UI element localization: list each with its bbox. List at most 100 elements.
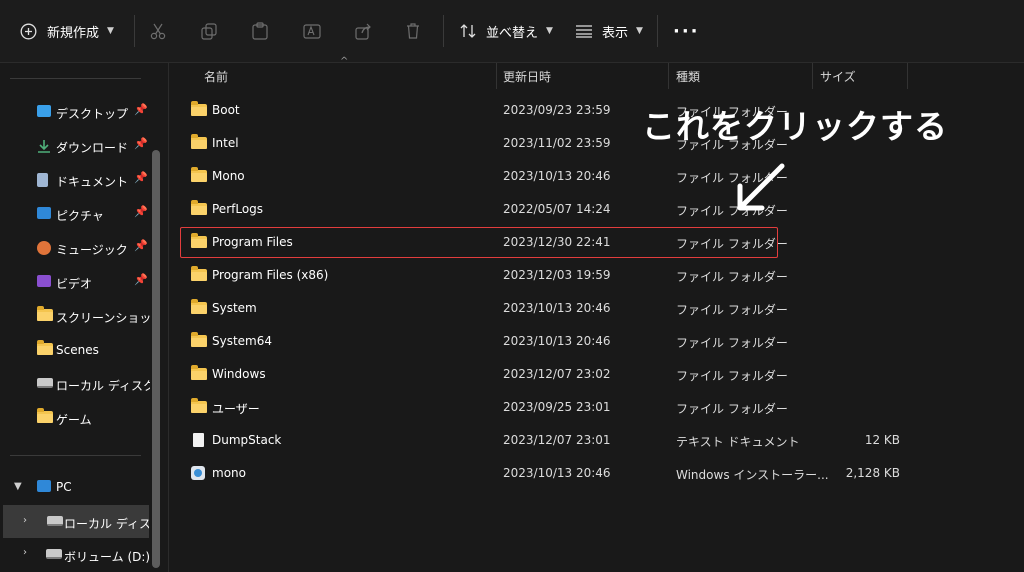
- column-header-size[interactable]: サイズ: [820, 63, 856, 89]
- sidebar-item-volume-d[interactable]: › ボリューム (D:): [0, 540, 150, 570]
- sidebar-item-music[interactable]: ミュージック 📌: [0, 233, 150, 263]
- copy-button[interactable]: [201, 0, 217, 62]
- sidebar-item-label: ピクチャ: [56, 209, 104, 223]
- folder-icon: [191, 332, 207, 350]
- share-button[interactable]: [355, 0, 372, 62]
- file-date: 2023/09/23 23:59: [503, 103, 611, 117]
- file-date: 2023/12/07 23:01: [503, 433, 611, 447]
- chevron-right-icon: ›: [23, 515, 27, 526]
- file-type: Windows インストーラー...: [676, 468, 829, 482]
- copy-icon: [201, 22, 217, 40]
- download-icon: [37, 139, 51, 153]
- file-name: System64: [212, 334, 273, 348]
- sidebar-item-label: ゲーム: [56, 413, 92, 427]
- rename-button[interactable]: [303, 0, 321, 62]
- sort-ascending-icon: ^: [340, 56, 349, 67]
- file-date: 2023/10/13 20:46: [503, 466, 611, 480]
- delete-icon: [407, 23, 419, 39]
- file-row-mono-installer[interactable]: mono 2023/10/13 20:46 Windows インストーラー...…: [170, 457, 930, 490]
- sidebar-item-label: ローカル ディスク (C: [56, 379, 150, 393]
- delete-button[interactable]: [405, 0, 421, 62]
- cut-button[interactable]: [150, 0, 166, 62]
- folder-icon: [191, 200, 207, 218]
- highlight-box: [180, 227, 778, 258]
- arrow-icon: [737, 163, 785, 211]
- pin-icon: 📌: [134, 103, 148, 116]
- sidebar-item-label: ビデオ: [56, 277, 93, 291]
- file-type: ファイル フォルダー: [676, 402, 788, 416]
- sidebar-item-scenes[interactable]: Scenes: [0, 335, 150, 365]
- file-date: 2023/12/07 23:02: [503, 367, 611, 381]
- sidebar-item-games[interactable]: ゲーム: [0, 403, 150, 433]
- folder-icon: [191, 167, 207, 185]
- file-name: mono: [212, 466, 246, 480]
- pin-icon: 📌: [134, 171, 148, 184]
- sidebar-item-local-disk[interactable]: › ローカル ディスク (: [3, 505, 149, 538]
- column-header-name[interactable]: 名前: [204, 63, 228, 89]
- pc-icon: [37, 480, 51, 494]
- plus-circle-icon: [20, 23, 37, 39]
- chevron-down-icon: ▼: [14, 481, 22, 492]
- pin-icon: 📌: [134, 239, 148, 252]
- new-button-label: 新規作成: [47, 25, 100, 41]
- column-header-date[interactable]: 更新日時: [503, 63, 551, 89]
- music-icon: [37, 241, 51, 255]
- sidebar-scrollbar[interactable]: [152, 150, 160, 568]
- toolbar-divider: [134, 15, 135, 47]
- file-row-dumpstack[interactable]: DumpStack 2023/12/07 23:01 テキスト ドキュメント 1…: [170, 424, 930, 457]
- file-row-system64[interactable]: System64 2023/10/13 20:46 ファイル フォルダー: [170, 325, 930, 358]
- file-name: Mono: [212, 169, 245, 183]
- file-name: Intel: [212, 136, 239, 150]
- sidebar-item-label: Scenes: [56, 343, 99, 357]
- sidebar-item-videos[interactable]: ビデオ 📌: [0, 267, 150, 297]
- column-divider[interactable]: [496, 63, 497, 89]
- column-divider[interactable]: [668, 63, 669, 89]
- file-date: 2023/10/13 20:46: [503, 169, 611, 183]
- file-row-system[interactable]: System 2023/10/13 20:46 ファイル フォルダー: [170, 292, 930, 325]
- sidebar-item-pc[interactable]: ▼ PC: [0, 472, 150, 502]
- pin-icon: 📌: [134, 273, 148, 286]
- sidebar-item-documents[interactable]: ドキュメント 📌: [0, 165, 150, 195]
- file-type: ファイル フォルダー: [676, 303, 788, 317]
- installer-icon: [191, 466, 205, 483]
- sidebar-item-label: デスクトップ: [56, 107, 129, 121]
- file-size: 2,128 KB: [845, 466, 900, 480]
- folder-icon: [37, 408, 53, 425]
- file-row-users[interactable]: ユーザー 2023/09/25 23:01 ファイル フォルダー: [170, 391, 930, 424]
- column-divider[interactable]: [812, 63, 813, 89]
- command-bar: 新規作成 ▼ 並べ替え ▼ 表示 ▼ ···: [0, 0, 1024, 63]
- file-name: PerfLogs: [212, 202, 264, 216]
- file-name: Program Files (x86): [212, 268, 329, 282]
- file-name: Boot: [212, 103, 240, 117]
- sidebar-item-pictures[interactable]: ピクチャ 📌: [0, 199, 150, 229]
- file-size: 12 KB: [864, 433, 900, 447]
- file-date: 2023/09/25 23:01: [503, 400, 611, 414]
- sidebar-item-screenshots[interactable]: スクリーンショット: [0, 301, 150, 331]
- file-type: ファイル フォルダー: [676, 270, 788, 284]
- sort-button[interactable]: 並べ替え ▼: [459, 0, 553, 62]
- column-header-type[interactable]: 種類: [676, 63, 700, 89]
- sidebar-item-local-disk-c[interactable]: ローカル ディスク (C: [0, 369, 150, 399]
- file-row-perflogs[interactable]: PerfLogs 2022/05/07 14:24 ファイル フォルダー: [170, 193, 930, 226]
- sidebar-item-downloads[interactable]: ダウンロード 📌: [0, 131, 150, 161]
- file-row-program-files-x86[interactable]: Program Files (x86) 2023/12/03 19:59 ファイ…: [170, 259, 930, 292]
- file-row-mono-folder[interactable]: Mono 2023/10/13 20:46 ファイル フォルダー: [170, 160, 930, 193]
- new-button[interactable]: 新規作成 ▼: [20, 0, 114, 62]
- file-type: テキスト ドキュメント: [676, 435, 800, 449]
- sidebar-item-label: スクリーンショット: [56, 311, 150, 325]
- paste-button[interactable]: [252, 0, 268, 62]
- folder-icon: [191, 101, 207, 119]
- file-name: System: [212, 301, 257, 315]
- more-options-button[interactable]: ···: [673, 0, 700, 62]
- column-divider[interactable]: [907, 63, 908, 89]
- file-row-windows[interactable]: Windows 2023/12/07 23:02 ファイル フォルダー: [170, 358, 930, 391]
- sidebar-item-desktop[interactable]: デスクトップ 📌: [0, 97, 150, 127]
- video-icon: [37, 275, 51, 289]
- view-button[interactable]: 表示 ▼: [575, 0, 643, 62]
- file-type: ファイル フォルダー: [676, 336, 788, 350]
- sidebar-item-label: ボリューム (D:): [64, 550, 150, 564]
- drive-icon: [47, 515, 63, 529]
- annotation-text: これをクリックする: [642, 107, 948, 146]
- toolbar-divider: [657, 15, 658, 47]
- chevron-down-icon: ▼: [107, 26, 114, 36]
